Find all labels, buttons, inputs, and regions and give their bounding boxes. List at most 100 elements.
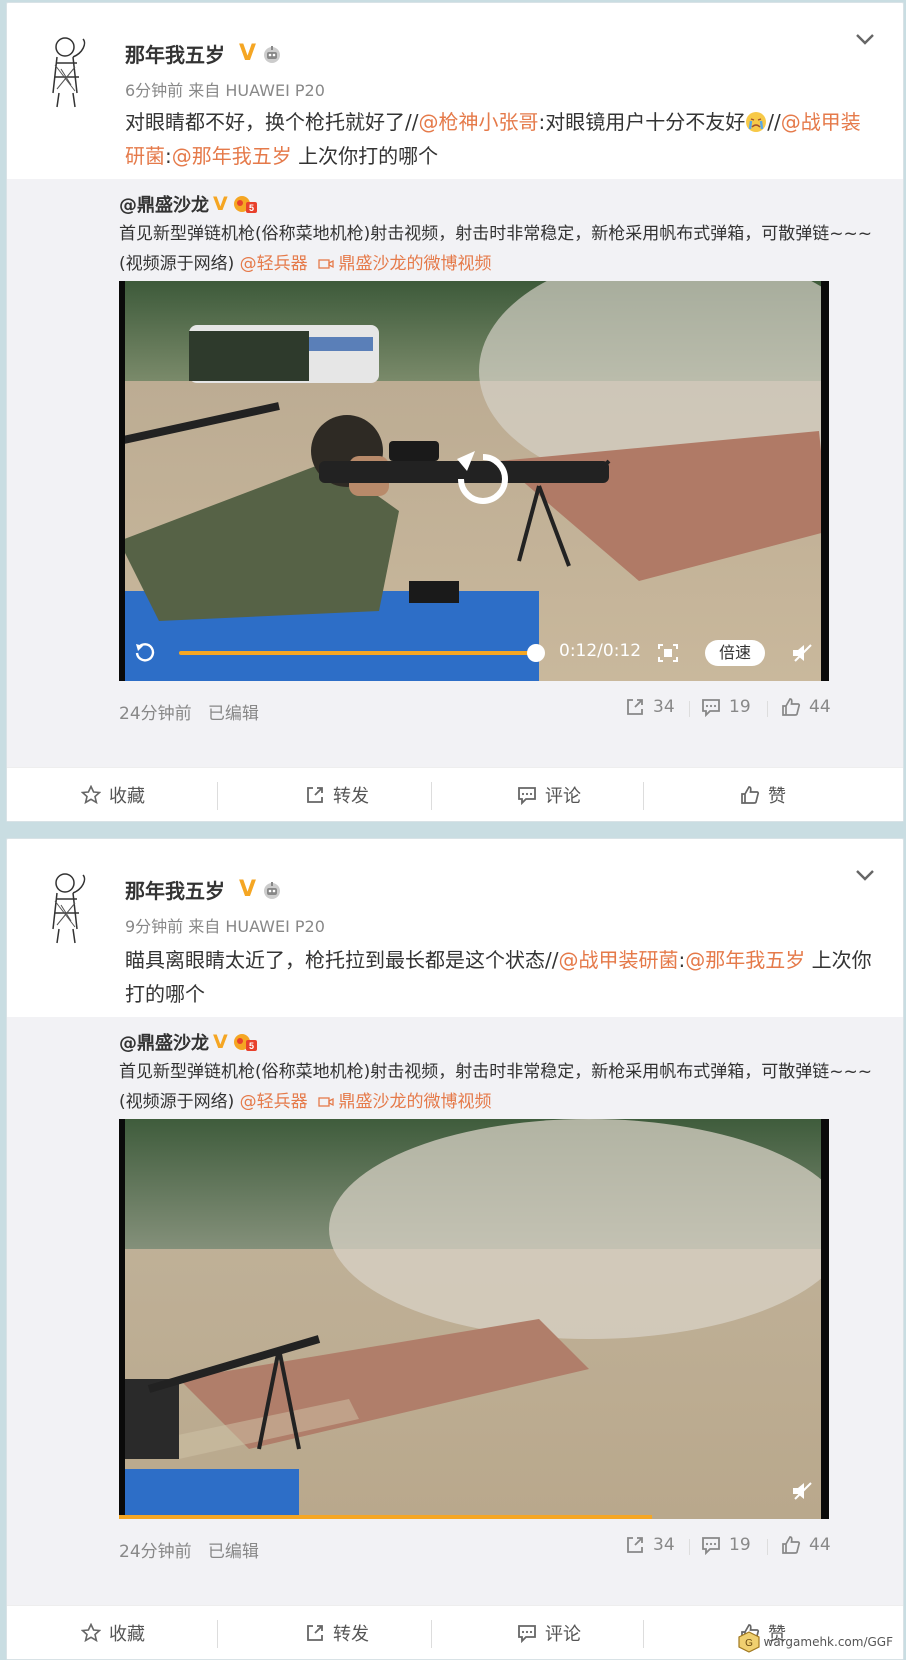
divider [643, 1620, 644, 1648]
star-icon [81, 785, 101, 805]
robot-badge-icon [264, 45, 281, 63]
divider [767, 1539, 768, 1555]
site-watermark: G wargamehk.com/GGF [737, 1631, 893, 1653]
like-count[interactable]: 44 [781, 1535, 831, 1555]
thumbs-up-icon [741, 786, 760, 804]
svg-text:5: 5 [249, 203, 254, 213]
video-frame [119, 1119, 829, 1519]
thumbs-up-icon [782, 698, 801, 716]
video-progress-bar[interactable] [179, 651, 535, 655]
chevron-down-icon[interactable] [853, 865, 877, 885]
divider [431, 1620, 432, 1648]
text-part: :对眼镜用户十分不友好 [538, 110, 746, 134]
repost-text-body: 首见新型弹链机枪(俗称菜地机枪)射击视频，射击时非常稳定，新枪采用帆布式弹箱，可… [119, 224, 872, 274]
weibo-post: 那年我五岁 V 9分钟前 来自 HUAWEI P20 瞄具离眼睛太近了，枪托拉到… [6, 838, 904, 1660]
video-time: 0:12/0:12 [559, 641, 642, 661]
video-player[interactable] [119, 1119, 829, 1519]
mute-icon[interactable] [791, 1481, 813, 1501]
author-label[interactable]: 那年我五岁 [125, 39, 225, 68]
text-part: : [165, 144, 172, 168]
verified-v-icon: V [239, 40, 257, 66]
like-count[interactable]: 44 [781, 697, 831, 717]
edited-label: 已编辑 [207, 704, 259, 724]
author-name[interactable]: 那年我五岁 V [125, 875, 282, 904]
reposted-content: @鼎盛沙龙 V 5 首见新型弹链机枪(俗称菜地机枪)射击视频，射击时非常稳定，新… [7, 179, 903, 767]
repost-text: 首见新型弹链机枪(俗称菜地机枪)射击视频，射击时非常稳定，新枪采用帆布式弹箱，可… [119, 1057, 873, 1117]
divider [767, 701, 768, 717]
comment-button[interactable]: 评论 [443, 1606, 655, 1660]
reposted-content: @鼎盛沙龙 V 5 首见新型弹链机枪(俗称菜地机枪)射击视频，射击时非常稳定，新… [7, 1017, 903, 1605]
video-player[interactable]: 0:12/0:12 倍速 [119, 281, 829, 681]
comment-icon [518, 1625, 536, 1643]
video-frame [119, 281, 829, 681]
mention-link[interactable]: @战甲装研菌 [558, 948, 678, 972]
verified-v-icon: V [213, 193, 228, 215]
favorite-button[interactable]: 收藏 [7, 1606, 219, 1660]
share-icon [627, 1537, 643, 1553]
share-icon [307, 1625, 323, 1641]
mention-link[interactable]: @轻兵器 [240, 254, 308, 274]
repost-count[interactable]: 34 [625, 697, 675, 717]
thumbs-up-icon [782, 1536, 801, 1554]
playback-speed-button[interactable]: 倍速 [705, 640, 765, 666]
repost-author[interactable]: @鼎盛沙龙 V 5 [119, 191, 258, 217]
favorite-button[interactable]: 收藏 [7, 768, 219, 822]
crying-emoji-icon [746, 112, 767, 132]
star-icon [81, 1623, 101, 1643]
comment-icon [702, 699, 720, 717]
repost-count-value: 34 [653, 697, 675, 717]
mention-link[interactable]: @那年我五岁 [685, 948, 805, 972]
video-link-label[interactable]: 鼎盛沙龙的微博视频 [338, 1092, 491, 1112]
video-source-link[interactable]: 鼎盛沙龙的微博视频 [318, 254, 491, 274]
verified-v-icon: V [213, 1031, 228, 1053]
divider [217, 782, 218, 810]
chevron-down-icon[interactable] [853, 29, 877, 49]
mention-link[interactable]: @轻兵器 [240, 1092, 308, 1112]
mention-link[interactable]: @那年我五岁 [172, 144, 292, 168]
edited-label: 已编辑 [207, 1542, 259, 1562]
like-button[interactable]: 赞 [657, 768, 869, 822]
user-avatar[interactable] [43, 33, 103, 109]
video-controls: 0:12/0:12 倍速 [119, 625, 829, 681]
video-progress-bar[interactable] [119, 1515, 652, 1519]
repost-author[interactable]: @鼎盛沙龙 V 5 [119, 1029, 258, 1055]
divider [217, 1620, 218, 1648]
share-icon [627, 699, 643, 715]
divider [431, 782, 432, 810]
text-part: // [767, 110, 781, 134]
repost-stats: 24分钟前 已编辑 34 19 44 [7, 685, 903, 731]
repost-text: 首见新型弹链机枪(俗称菜地机枪)射击视频，射击时非常稳定，新枪采用帆布式弹箱，可… [119, 219, 873, 279]
comment-button[interactable]: 评论 [443, 768, 655, 822]
repost-time: 24分钟前 已编辑 [119, 1537, 259, 1562]
like-count-value: 44 [809, 1535, 831, 1555]
comment-count[interactable]: 19 [701, 1535, 751, 1555]
video-progress-handle[interactable] [527, 644, 545, 662]
repost-author-label[interactable]: @鼎盛沙龙 [119, 1029, 209, 1055]
fullscreen-icon[interactable] [657, 643, 679, 663]
favorite-label: 收藏 [109, 786, 145, 807]
comment-count-value: 19 [729, 1535, 751, 1555]
video-source-link[interactable]: 鼎盛沙龙的微博视频 [318, 1092, 491, 1112]
repost-count[interactable]: 34 [625, 1535, 675, 1555]
video-link-label[interactable]: 鼎盛沙龙的微博视频 [338, 254, 491, 274]
repost-button[interactable]: 转发 [231, 768, 443, 822]
comment-label: 评论 [545, 1624, 581, 1645]
divider [643, 782, 644, 810]
repost-author-label[interactable]: @鼎盛沙龙 [119, 191, 209, 217]
comment-count[interactable]: 19 [701, 697, 751, 717]
favorite-label: 收藏 [109, 1624, 145, 1645]
mention-link[interactable]: @枪神小张哥 [418, 110, 538, 134]
user-avatar[interactable] [43, 869, 103, 945]
weibo-post: 那年我五岁 V 6分钟前 来自 HUAWEI P20 对眼睛都不好，换个枪托就好… [6, 2, 904, 822]
author-label[interactable]: 那年我五岁 [125, 875, 225, 904]
mute-icon[interactable] [791, 643, 813, 663]
svg-text:5: 5 [249, 1041, 254, 1051]
robot-badge-icon [264, 881, 281, 899]
repost-button[interactable]: 转发 [231, 1606, 443, 1660]
text-part: 对眼睛都不好，换个枪托就好了// [125, 110, 419, 134]
video-camera-icon [318, 259, 335, 269]
replay-icon[interactable] [133, 641, 155, 663]
svg-text:G: G [745, 1638, 753, 1649]
comment-count-value: 19 [729, 697, 751, 717]
author-name[interactable]: 那年我五岁 V [125, 39, 282, 68]
